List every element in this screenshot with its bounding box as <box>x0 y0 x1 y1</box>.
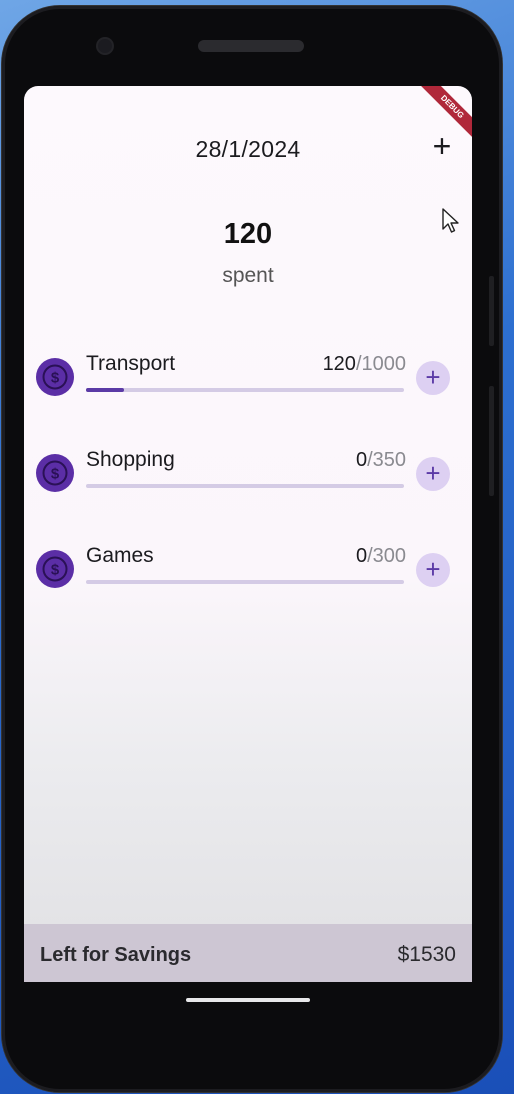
category-amount: 120/1000 <box>323 353 406 376</box>
home-indicator[interactable] <box>186 998 310 1002</box>
category-spent: 120 <box>322 353 356 375</box>
savings-footer: Left for Savings $1530 <box>24 924 472 982</box>
dollar-coin-icon: $ <box>36 550 74 588</box>
speaker-grille <box>198 40 304 52</box>
current-date[interactable]: 28/1/2024 <box>24 136 472 163</box>
front-camera <box>98 39 112 53</box>
category-row-transport[interactable]: $ Transport 120/1000 + <box>24 352 472 428</box>
category-amount: 0/300 <box>356 545 406 568</box>
savings-value: $1530 <box>397 943 456 966</box>
category-limit: /1000 <box>355 353 406 375</box>
volume-button <box>489 276 494 346</box>
category-progress-bar <box>86 484 404 488</box>
category-spent: 0 <box>355 545 368 567</box>
dollar-coin-icon: $ <box>36 454 74 492</box>
add-expense-button[interactable]: + <box>416 361 450 395</box>
total-spent-value: 120 <box>223 218 273 250</box>
category-limit: /350 <box>367 449 406 471</box>
category-name: Games <box>86 544 154 567</box>
svg-text:$: $ <box>51 562 60 579</box>
category-amount: 0/350 <box>356 449 406 472</box>
svg-text:$: $ <box>51 466 60 483</box>
add-category-button[interactable]: + <box>428 130 456 162</box>
svg-text:$: $ <box>51 370 60 387</box>
total-spent-label: spent <box>222 264 274 287</box>
category-row-games[interactable]: $ Games 0/300 + <box>24 544 472 620</box>
app-header: 28/1/2024 + DEBUG <box>24 86 472 206</box>
category-name: Shopping <box>86 448 175 471</box>
dollar-coin-icon: $ <box>36 358 74 396</box>
category-progress-bar <box>86 580 404 584</box>
category-progress-fill <box>86 388 125 392</box>
category-spent: 0 <box>355 449 368 471</box>
category-name: Transport <box>86 352 176 375</box>
category-progress-bar <box>86 388 404 392</box>
add-expense-button[interactable]: + <box>416 553 450 587</box>
savings-label: Left for Savings <box>40 944 192 966</box>
power-button <box>489 386 494 496</box>
category-row-shopping[interactable]: $ Shopping 0/350 + <box>24 448 472 524</box>
add-expense-button[interactable]: + <box>416 457 450 491</box>
category-limit: /300 <box>367 545 406 567</box>
app-screen: 28/1/2024 + DEBUG 120 spent $ Transport … <box>24 86 472 982</box>
